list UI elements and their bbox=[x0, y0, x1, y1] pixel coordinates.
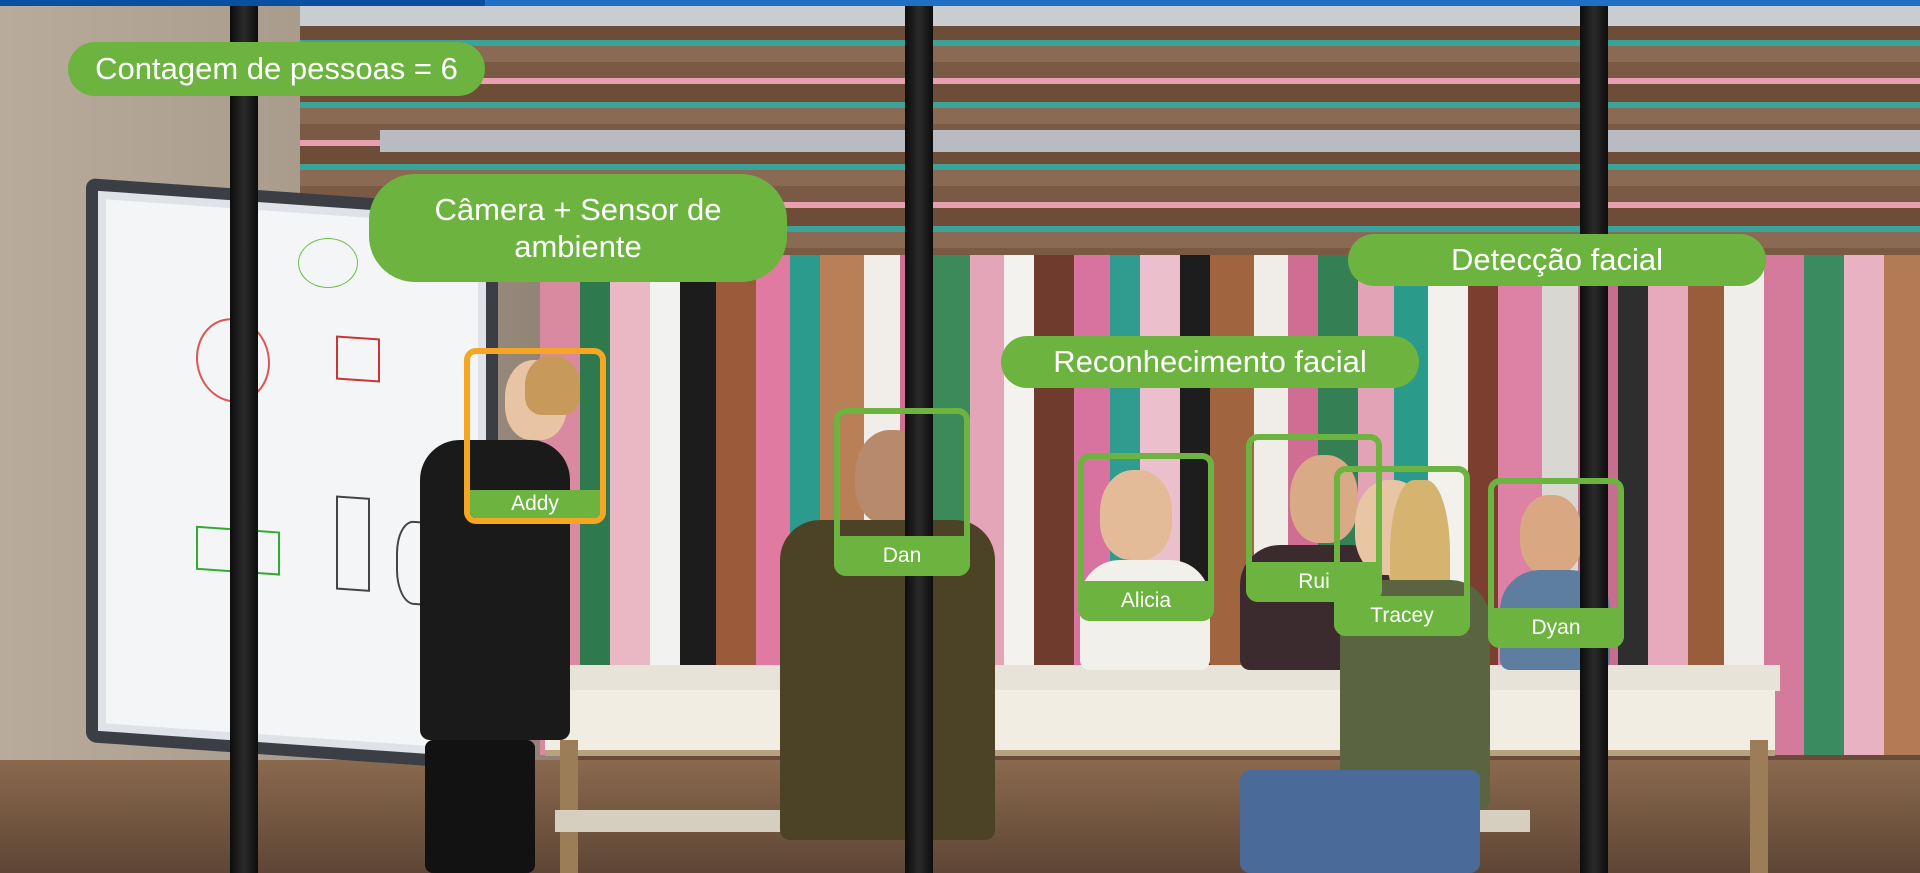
glass-mullion bbox=[1580, 6, 1608, 873]
face-name-label: Dyan bbox=[1488, 608, 1624, 648]
face-box-dyan: Dyan bbox=[1488, 478, 1624, 648]
face-name-label: Addy bbox=[470, 490, 600, 518]
face-recognition-label: Reconhecimento facial bbox=[1001, 336, 1419, 388]
face-detection-label: Detecção facial bbox=[1348, 234, 1766, 286]
top-bar bbox=[0, 0, 1920, 6]
ceiling-frame bbox=[300, 6, 1920, 26]
face-box-alicia: Alicia bbox=[1078, 453, 1214, 621]
camera-highlight-ring bbox=[298, 238, 358, 288]
face-name-label: Dan bbox=[834, 536, 970, 576]
table-leg bbox=[1750, 740, 1768, 873]
camera-sensor-label: Câmera + Sensor de ambiente bbox=[369, 174, 787, 282]
bench bbox=[555, 810, 785, 832]
face-box-dan: Dan bbox=[834, 408, 970, 576]
ceiling-frame bbox=[380, 130, 1920, 152]
face-name-label: Alicia bbox=[1078, 581, 1214, 621]
face-name-label: Tracey bbox=[1334, 596, 1470, 636]
face-box-addy: Addy bbox=[464, 348, 606, 524]
table-leg bbox=[560, 740, 578, 873]
people-count-label: Contagem de pessoas = 6 bbox=[68, 42, 485, 96]
top-bar-accent bbox=[0, 0, 485, 6]
glass-mullion bbox=[230, 6, 258, 873]
face-box-tracey: Tracey bbox=[1334, 466, 1470, 636]
